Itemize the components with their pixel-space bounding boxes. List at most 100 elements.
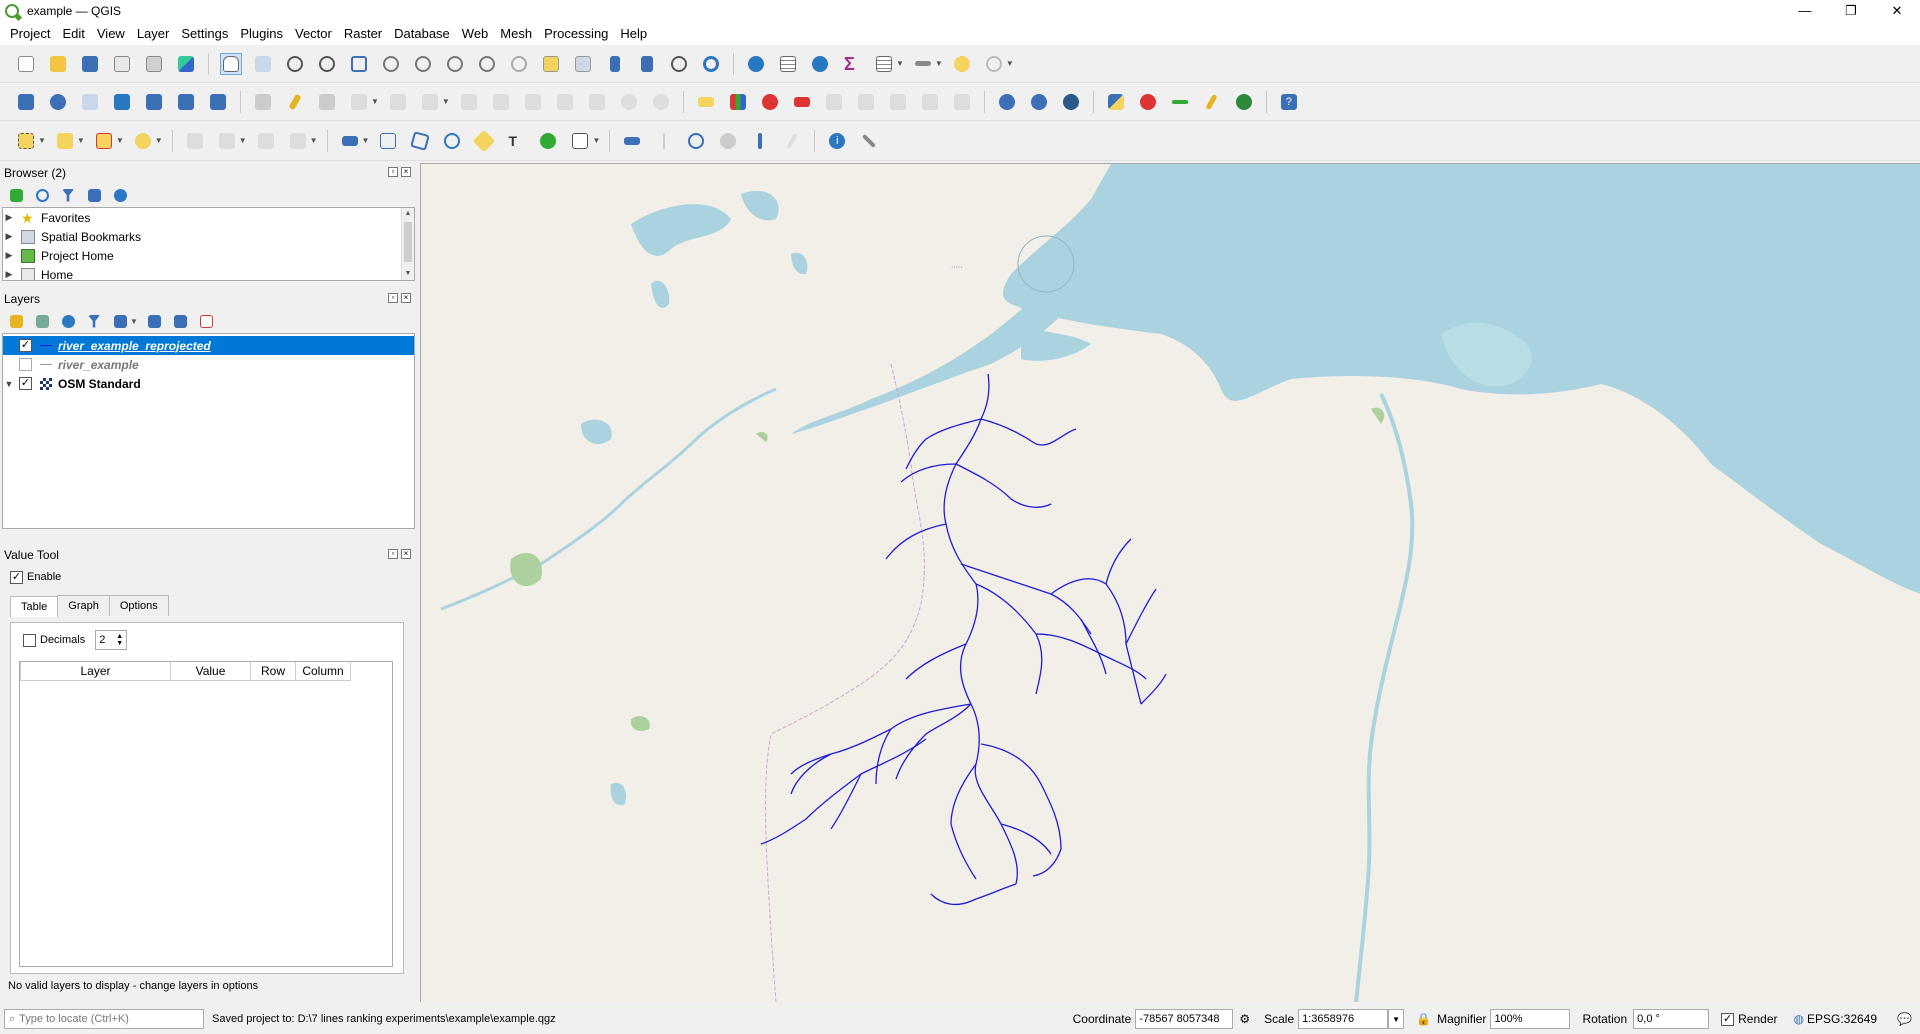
cut-features-icon[interactable]: [522, 91, 544, 113]
identify-features-icon[interactable]: [745, 53, 767, 75]
zoom-to-selection-icon[interactable]: [380, 53, 402, 75]
menu-raster[interactable]: Raster: [338, 26, 388, 41]
trace-icon[interactable]: [653, 130, 675, 152]
edits-icon[interactable]: [252, 91, 274, 113]
filter-by-expression-icon[interactable]: [111, 312, 129, 330]
attributes-table-dropdown-icon[interactable]: [873, 53, 895, 75]
star-shape-icon[interactable]: [473, 129, 496, 152]
select-by-value-icon[interactable]: [54, 130, 76, 152]
manage-map-themes-icon[interactable]: [59, 312, 77, 330]
move-label-icon[interactable]: [887, 91, 909, 113]
layer-visibility-checkbox[interactable]: [19, 377, 32, 390]
collapse-arrow-icon[interactable]: ▼: [3, 379, 15, 389]
show-bookmarks-icon[interactable]: [636, 53, 658, 75]
new-project-icon[interactable]: [15, 53, 37, 75]
messages-icon[interactable]: 💬: [1897, 1012, 1912, 1026]
close-panel-icon[interactable]: ×: [401, 549, 411, 559]
plugin-reloader-icon[interactable]: [1137, 91, 1159, 113]
crs-item[interactable]: ◍ EPSG:32649: [1794, 1012, 1878, 1026]
new-virtual-layer-icon[interactable]: [175, 91, 197, 113]
rotate-label-icon[interactable]: [919, 91, 941, 113]
menu-help[interactable]: Help: [614, 26, 653, 41]
scale-input[interactable]: 1:3658976: [1298, 1009, 1389, 1029]
label-tool-icon[interactable]: [339, 130, 361, 152]
zoom-full-icon[interactable]: [348, 53, 370, 75]
zoom-to-layer-icon[interactable]: [412, 53, 434, 75]
magnifier-input[interactable]: 100%: [1490, 1009, 1571, 1029]
filter-browser-icon[interactable]: [59, 186, 77, 204]
col-layer[interactable]: Layer: [20, 662, 171, 681]
measure-line-icon[interactable]: [912, 53, 934, 75]
pin-labels-icon[interactable]: [823, 91, 845, 113]
geometry-node-icon[interactable]: [409, 130, 431, 152]
multi-edit-icon[interactable]: [458, 91, 480, 113]
text-annotation-icon[interactable]: [569, 130, 591, 152]
render-checkbox[interactable]: [1721, 1012, 1735, 1026]
expand-arrow-icon[interactable]: ▶: [3, 231, 15, 242]
vertex-tool-icon[interactable]: [387, 91, 409, 113]
deselect-all-icon[interactable]: [93, 130, 115, 152]
network-tool-icon[interactable]: [537, 130, 559, 152]
browser-item-project-home[interactable]: ▶ Project Home: [3, 246, 414, 265]
collapse-all-layers-icon[interactable]: [172, 312, 190, 330]
new-bookmark-icon[interactable]: [604, 53, 626, 75]
close-panel-icon[interactable]: ×: [401, 167, 411, 177]
decimals-spinbox[interactable]: 2 ▲ ▼: [95, 630, 128, 650]
processing-toolbox-icon[interactable]: [809, 53, 831, 75]
remove-layer-icon[interactable]: [198, 312, 216, 330]
crs-label[interactable]: EPSG:32649: [1807, 1012, 1877, 1026]
menu-plugins[interactable]: Plugins: [234, 26, 289, 41]
expand-arrow-icon[interactable]: ▶: [3, 212, 15, 223]
refresh-browser-icon[interactable]: [33, 186, 51, 204]
new-vector-tile-layer-icon[interactable]: [207, 91, 229, 113]
select-features-icon[interactable]: [15, 130, 37, 152]
menu-view[interactable]: View: [91, 26, 131, 41]
save-edits-icon[interactable]: [316, 91, 338, 113]
tools-icon[interactable]: [858, 130, 880, 152]
line-nodes-icon[interactable]: [441, 130, 463, 152]
rotate-feature-icon[interactable]: [216, 130, 238, 152]
zoom-in-icon[interactable]: [284, 53, 306, 75]
menu-processing[interactable]: Processing: [538, 26, 614, 41]
advanced-digitizing-icon[interactable]: [184, 130, 206, 152]
new-spatialite-layer-icon[interactable]: [111, 91, 133, 113]
toggle-editing-icon[interactable]: [284, 91, 306, 113]
grid-icon[interactable]: [685, 130, 707, 152]
add-selected-layers-icon[interactable]: [7, 186, 25, 204]
select-nodes-icon[interactable]: [377, 130, 399, 152]
float-panel-icon[interactable]: ▫: [388, 549, 398, 559]
new-temporary-layer-icon[interactable]: [143, 91, 165, 113]
open-layer-styling-icon[interactable]: [7, 312, 25, 330]
modify-attributes-icon[interactable]: [419, 91, 441, 113]
toggle-extents-icon[interactable]: ⚙: [1239, 1012, 1250, 1026]
paste-features-icon[interactable]: [586, 91, 608, 113]
style-manager-icon[interactable]: [175, 53, 197, 75]
digitizing-tools-icon[interactable]: [1201, 91, 1223, 113]
map-canvas[interactable]: ·····: [420, 163, 1920, 1002]
temporal-controller-icon[interactable]: [668, 53, 690, 75]
copy-features-icon[interactable]: [554, 91, 576, 113]
menu-database[interactable]: Database: [388, 26, 456, 41]
delete-selected-icon[interactable]: [490, 91, 512, 113]
redo-icon[interactable]: [650, 91, 672, 113]
menu-web[interactable]: Web: [456, 26, 495, 41]
coordinate-input[interactable]: -78567 8057348: [1135, 1009, 1234, 1029]
label-toolbar-icon[interactable]: [695, 91, 717, 113]
change-label-icon[interactable]: [951, 91, 973, 113]
select-location-icon[interactable]: [132, 130, 154, 152]
label-diagram-icon[interactable]: [727, 91, 749, 113]
pan-to-selection-icon[interactable]: [252, 53, 274, 75]
layout-manager-icon[interactable]: [143, 53, 165, 75]
shortest-path-icon[interactable]: [1169, 91, 1191, 113]
split-features-icon[interactable]: [255, 130, 277, 152]
spin-arrows-icon[interactable]: ▲ ▼: [116, 633, 123, 647]
lock-scale-icon[interactable]: 🔒: [1416, 1012, 1431, 1026]
zoom-out-icon[interactable]: [316, 53, 338, 75]
collapse-all-icon[interactable]: [85, 186, 103, 204]
georeference-icon[interactable]: [717, 130, 739, 152]
new-print-layout-icon[interactable]: [111, 53, 133, 75]
digitize-line-icon[interactable]: [348, 91, 370, 113]
menu-edit[interactable]: Edit: [56, 26, 90, 41]
scale-dropdown-icon[interactable]: ▼: [1388, 1009, 1405, 1029]
add-wcs-layer-icon[interactable]: [1028, 91, 1050, 113]
